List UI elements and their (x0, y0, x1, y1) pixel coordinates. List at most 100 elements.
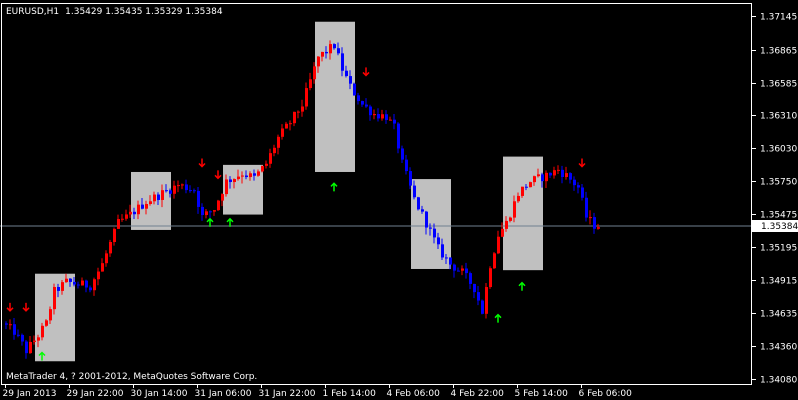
candle-body (313, 66, 316, 80)
signal-box (35, 273, 75, 362)
candle-body (257, 171, 260, 176)
candle-body (561, 169, 564, 177)
candle-body (141, 204, 144, 209)
candle-body (293, 111, 296, 124)
candle-body (485, 287, 488, 314)
candle-body (597, 227, 600, 229)
candle-body (321, 51, 324, 57)
signal-box (411, 179, 451, 269)
time-tick-label: 29 Jan 2013 (3, 389, 57, 399)
candle-body (557, 169, 560, 171)
candle-body (185, 184, 188, 191)
candle-body (121, 218, 124, 220)
candle-body (57, 286, 60, 291)
candle-body (529, 182, 532, 188)
candle-body (109, 241, 112, 254)
candle-body (465, 268, 468, 274)
current-price-badge: 1.35384 (752, 220, 798, 232)
candle-body (245, 175, 248, 178)
candle-body (429, 227, 432, 229)
candle-body (453, 264, 456, 271)
candle-body (45, 320, 48, 326)
candle-body (545, 172, 548, 182)
candle-body (357, 95, 360, 102)
time-tick-label: 4 Feb 22:00 (451, 389, 505, 399)
candle-body (537, 174, 540, 177)
candle-body (173, 185, 176, 194)
candle-body (49, 309, 52, 321)
candle-body (301, 106, 304, 112)
price-tick-label: 1.34360 (760, 343, 797, 353)
candle-body (153, 194, 156, 202)
candle-body (569, 173, 572, 180)
candle-body (73, 281, 76, 285)
candle-body (129, 211, 132, 215)
candle-body (193, 190, 196, 192)
candle-body (169, 190, 172, 194)
copyright-text: MetaTrader 4, ? 2001-2012, MetaQuotes So… (6, 372, 257, 382)
candle-body (189, 190, 192, 192)
candle-body (417, 197, 420, 210)
candle-body (145, 203, 148, 209)
candle-body (373, 114, 376, 116)
candle-body (525, 186, 528, 188)
candle-body (481, 300, 484, 314)
candle-body (89, 287, 92, 291)
price-tick-label: 1.35750 (760, 178, 797, 188)
candle-body (61, 282, 64, 291)
candle-body (365, 104, 368, 107)
candle-body (573, 179, 576, 186)
candle-body (469, 273, 472, 284)
time-tick-label: 31 Jan 06:00 (195, 389, 252, 399)
candle-body (261, 165, 264, 172)
candle-body (393, 119, 396, 124)
candle-body (157, 194, 160, 200)
candle-body (325, 51, 328, 54)
candle-body (493, 253, 496, 269)
candle-body (593, 217, 596, 229)
price-tick-label: 1.34635 (760, 310, 797, 320)
candle-body (197, 190, 200, 207)
candle-body (577, 185, 580, 188)
candle-body (225, 179, 228, 195)
candle-body (517, 195, 520, 202)
candle-body (273, 147, 276, 154)
price-chart[interactable]: 1.37145 1.36865 1.36585 1.36310 1.36030 1.357… (0, 0, 798, 400)
candle-body (165, 190, 168, 192)
candle-body (369, 106, 372, 116)
candle-body (401, 148, 404, 160)
candle-body (97, 271, 100, 280)
candle-body (213, 210, 216, 212)
candle-body (565, 173, 568, 177)
candle-body (137, 204, 140, 215)
candle-body (217, 200, 220, 211)
candle-body (477, 292, 480, 301)
candle-body (265, 163, 268, 166)
candle-body (269, 153, 272, 164)
candle-body (21, 334, 24, 342)
candle-body (489, 268, 492, 288)
candle-body (65, 278, 68, 283)
candle-body (305, 88, 308, 107)
candle-body (177, 185, 180, 187)
candle-body (397, 123, 400, 149)
symbol-timeframe: EURUSD,H1 (6, 7, 59, 17)
candle-body (77, 284, 80, 286)
candle-body (229, 179, 232, 183)
price-tick-label: 1.37145 (760, 13, 797, 23)
candle-body (85, 280, 88, 288)
price-tick-label: 1.34915 (760, 277, 797, 287)
price-tick-label: 1.36310 (760, 112, 797, 122)
candle-body (13, 324, 16, 335)
candle-body (433, 228, 436, 238)
candle-body (101, 263, 104, 272)
price-tick-label: 1.35475 (760, 211, 797, 221)
chart-background (0, 0, 798, 400)
chart-header: EURUSD,H1 1.35429 1.35435 1.35329 1.35384 (6, 7, 223, 17)
candle-body (553, 170, 556, 176)
candle-body (521, 186, 524, 196)
candle-body (589, 217, 592, 219)
candle-body (233, 179, 236, 183)
candle-body (513, 201, 516, 218)
candle-body (449, 257, 452, 265)
